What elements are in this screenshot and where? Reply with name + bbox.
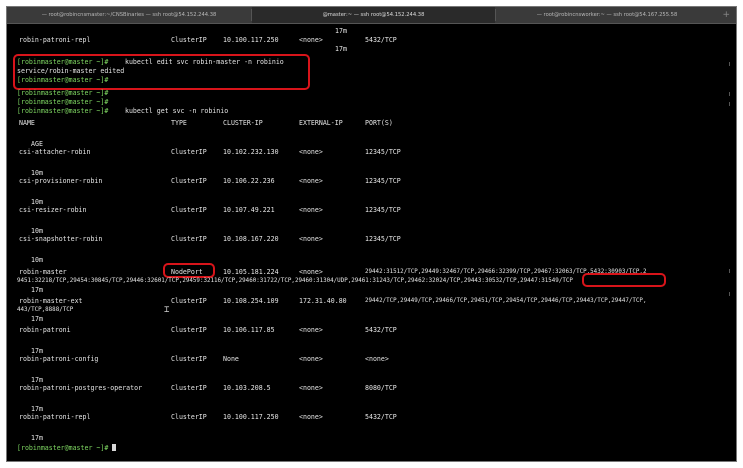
ports: 8080/TCP <box>365 384 397 392</box>
service-name: csi-snapshotter-robin <box>19 235 103 243</box>
ports: <none> <box>365 355 389 363</box>
age-cell: 10m <box>31 227 43 235</box>
age-cell: 10m <box>31 198 43 206</box>
external-ip: <none> <box>299 384 323 392</box>
ports-continued: 443/TCP,8888/TCP <box>17 307 74 313</box>
header-age: AGE <box>31 140 43 148</box>
service-type: ClusterIP <box>171 36 207 44</box>
tab-cnsmaster[interactable]: — root@robincnsmaster:~/CNSBinaries — ss… <box>7 7 251 23</box>
shell-prompt: [robinmaster@master ~]# <box>17 98 109 106</box>
terminal-cursor <box>112 444 117 451</box>
cluster-ip: 10.108.167.220 <box>223 235 279 243</box>
terminal-output[interactable]: 17m robin-patroni-repl ClusterIP 10.100.… <box>7 24 736 461</box>
scroll-mark <box>729 62 730 66</box>
cluster-ip: 10.105.181.224 <box>223 268 279 276</box>
external-ip: 172.31.40.80 <box>299 297 347 305</box>
service-name: robin-master-ext <box>19 297 83 305</box>
ports: 12345/TCP <box>365 235 401 243</box>
external-ip: <none> <box>299 326 323 334</box>
screenshot: — root@robincnsmaster:~/CNSBinaries — ss… <box>0 0 743 468</box>
age-cell: 10m <box>31 256 43 264</box>
command-text: kubectl get svc -n robinio <box>121 107 229 115</box>
ports: 12345/TCP <box>365 148 401 156</box>
header-type: TYPE <box>171 119 187 127</box>
service-name: robin-patroni-repl <box>19 36 91 44</box>
text-cursor-icon: ⌶ <box>164 305 170 315</box>
service-type: ClusterIP <box>171 148 207 156</box>
ports: 12345/TCP <box>365 177 401 185</box>
cluster-ip: 10.103.208.5 <box>223 384 271 392</box>
shell-prompt: [robinmaster@master ~]# <box>17 89 109 97</box>
service-name: robin-patroni-repl <box>19 413 91 421</box>
ports: 5432/TCP <box>365 36 397 44</box>
service-name: csi-attacher-robin <box>19 148 91 156</box>
ports: 29442/TCP,29449/TCP,29466/TCP,29451/TCP,… <box>365 298 647 304</box>
tab-bar: — root@robincnsmaster:~/CNSBinaries — ss… <box>7 7 736 24</box>
cluster-ip: 10.106.117.85 <box>223 326 275 334</box>
external-ip: <none> <box>299 36 323 44</box>
cluster-ip: 10.100.117.250 <box>223 36 279 44</box>
external-ip: <none> <box>299 177 323 185</box>
age-cell: 17m <box>31 286 43 294</box>
age-cell: 17m <box>31 315 43 323</box>
cluster-ip: 10.102.232.130 <box>223 148 279 156</box>
shell-prompt[interactable]: [robinmaster@master ~]# <box>17 444 117 452</box>
header-external-ip: EXTERNAL-IP <box>299 119 343 127</box>
cluster-ip: 10.108.254.109 <box>223 297 279 305</box>
service-name: robin-patroni <box>19 326 71 334</box>
ports: 12345/TCP <box>365 206 401 214</box>
service-type: ClusterIP <box>171 355 207 363</box>
cluster-ip: 10.100.117.250 <box>223 413 279 421</box>
edit-command-highlight <box>13 54 310 90</box>
scroll-mark <box>729 269 730 273</box>
external-ip: <none> <box>299 206 323 214</box>
ports: 5432/TCP <box>365 326 397 334</box>
tab-master-active[interactable]: @master:~ — ssh root@54.152.244.38 <box>252 7 495 23</box>
scroll-mark <box>729 92 730 96</box>
service-type: ClusterIP <box>171 177 207 185</box>
port-29443-mapping: 29443:30532/TCP <box>463 278 517 284</box>
age-cell: 17m <box>31 376 43 384</box>
header-cluster-ip: CLUSTER-IP <box>223 119 263 127</box>
service-name: robin-patroni-config <box>19 355 99 363</box>
ports: 5432/TCP <box>365 413 397 421</box>
age-cell: 17m <box>335 45 347 53</box>
service-type: ClusterIP <box>171 206 207 214</box>
age-cell: 10m <box>31 169 43 177</box>
header-ports: PORT(S) <box>365 119 393 127</box>
external-ip: <none> <box>299 268 323 276</box>
service-type: ClusterIP <box>171 384 207 392</box>
new-tab-button[interactable]: + <box>722 7 730 23</box>
service-type: ClusterIP <box>171 326 207 334</box>
age-cell: 17m <box>31 434 43 442</box>
cluster-ip: None <box>223 355 239 363</box>
nodeport-highlight <box>163 263 215 278</box>
external-ip: <none> <box>299 413 323 421</box>
scroll-mark <box>729 292 730 296</box>
age-cell: 17m <box>31 347 43 355</box>
port-29443-highlight <box>582 273 666 287</box>
ports-continued: 9451:32218/TCP,29454:30845/TCP,29446:326… <box>17 278 573 284</box>
age-cell: 17m <box>335 27 347 35</box>
header-name: NAME <box>19 119 35 127</box>
terminal-window: — root@robincnsmaster:~/CNSBinaries — ss… <box>6 6 737 462</box>
external-ip: <none> <box>299 355 323 363</box>
service-name: robin-patroni-postgres-operator <box>19 384 143 392</box>
service-type: ClusterIP <box>171 235 207 243</box>
scroll-mark <box>729 102 730 106</box>
service-name: robin-master <box>19 268 67 276</box>
age-cell: 17m <box>31 405 43 413</box>
cluster-ip: 10.106.22.236 <box>223 177 275 185</box>
shell-prompt: [robinmaster@master ~]# <box>17 107 109 115</box>
external-ip: <none> <box>299 235 323 243</box>
external-ip: <none> <box>299 148 323 156</box>
cluster-ip: 10.107.49.221 <box>223 206 275 214</box>
service-type: ClusterIP <box>171 297 207 305</box>
tab-cnsworker[interactable]: — root@robincnsworker:~ — ssh root@54.16… <box>496 7 718 23</box>
service-name: csi-provisioner-robin <box>19 177 103 185</box>
service-name: csi-resizer-robin <box>19 206 87 214</box>
service-type: ClusterIP <box>171 413 207 421</box>
